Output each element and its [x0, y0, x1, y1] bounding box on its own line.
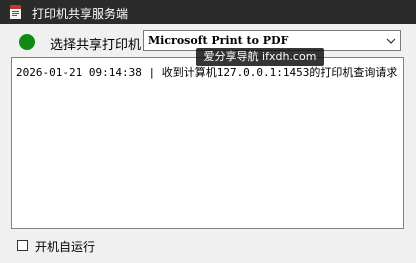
printer-select-label: 选择共享打印机 [50, 38, 142, 53]
log-entry: 2026-01-21 09:14:38 | 收到计算机127.0.0.1:145… [16, 66, 398, 79]
title-bar: 打印机共享服务端 [0, 0, 416, 24]
log-textarea[interactable]: 2026-01-21 09:14:38 | 收到计算机127.0.0.1:145… [11, 57, 404, 229]
status-indicator [19, 34, 35, 50]
watermark-overlay: 爱分享导航 ifxdh.com [196, 48, 324, 66]
autostart-label[interactable]: 开机自运行 [35, 238, 95, 255]
printer-select-value: Microsoft Print to PDF [148, 34, 289, 47]
chevron-down-icon [386, 38, 396, 44]
autostart-checkbox[interactable] [17, 240, 28, 251]
printer-app-icon [10, 5, 21, 19]
window-title: 打印机共享服务端 [32, 7, 129, 21]
